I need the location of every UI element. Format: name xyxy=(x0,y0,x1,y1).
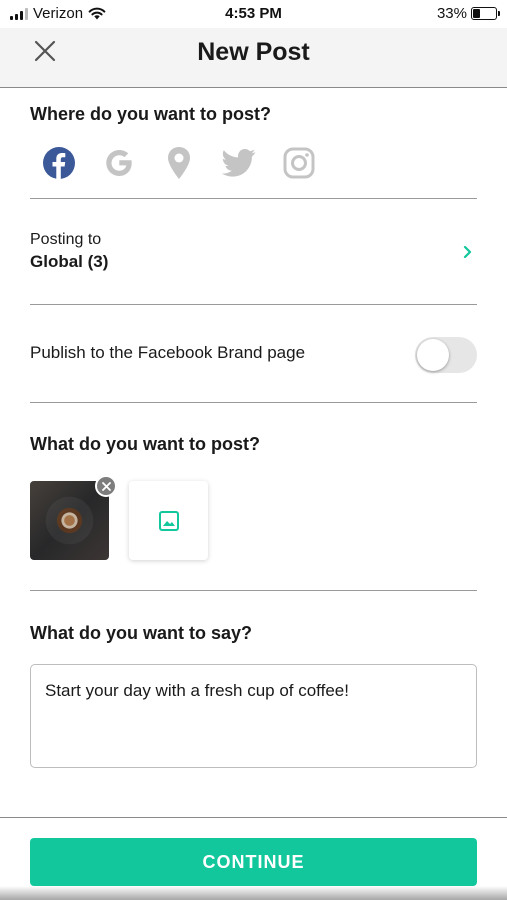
platform-instagram[interactable] xyxy=(282,145,316,181)
divider xyxy=(30,402,477,403)
posting-to-value: Global (3) xyxy=(30,252,109,271)
posting-to-label: Posting to xyxy=(30,231,102,248)
instagram-icon xyxy=(283,147,315,179)
what-say-heading: What do you want to say? xyxy=(30,623,253,643)
status-bar: Verizon 4:53 PM 33% xyxy=(0,0,507,28)
chevron-right-icon xyxy=(463,245,472,259)
media-thumbnail[interactable] xyxy=(30,475,117,560)
what-post-heading: What do you want to post? xyxy=(30,434,260,454)
toggle-knob xyxy=(417,339,449,371)
header: New Post xyxy=(0,28,507,88)
status-time: 4:53 PM xyxy=(225,5,282,22)
continue-button[interactable]: CONTINUE xyxy=(30,838,477,886)
google-icon xyxy=(106,150,132,176)
facebook-icon xyxy=(43,147,75,179)
twitter-icon xyxy=(222,148,256,177)
platform-location[interactable] xyxy=(162,145,196,181)
battery-fill xyxy=(473,9,480,18)
battery-icon xyxy=(471,7,500,20)
divider xyxy=(30,590,477,591)
close-icon xyxy=(101,481,111,491)
bottom-shadow xyxy=(0,886,507,900)
publish-row: Publish to the Facebook Brand page xyxy=(30,337,477,373)
where-heading: Where do you want to post? xyxy=(30,104,271,124)
add-media-button[interactable] xyxy=(129,481,208,560)
divider xyxy=(30,198,477,199)
media-row xyxy=(30,475,208,560)
platform-twitter[interactable] xyxy=(222,145,256,181)
posting-to-row[interactable]: Posting to Global (3) xyxy=(30,231,477,277)
platform-selector xyxy=(42,145,316,181)
battery-percent: 33% xyxy=(436,5,467,22)
page-title: New Post xyxy=(197,38,310,66)
divider xyxy=(30,304,477,305)
bottom-bar: CONTINUE xyxy=(0,817,507,900)
location-pin-icon xyxy=(168,147,190,179)
platform-google[interactable] xyxy=(102,145,136,181)
status-right: 33% xyxy=(436,5,500,22)
message-input[interactable]: Start your day with a fresh cup of coffe… xyxy=(30,664,477,768)
platform-facebook[interactable] xyxy=(42,145,76,181)
publish-toggle[interactable] xyxy=(415,337,477,373)
remove-media-button[interactable] xyxy=(95,475,117,497)
publish-label: Publish to the Facebook Brand page xyxy=(30,343,306,362)
image-icon xyxy=(158,510,179,531)
